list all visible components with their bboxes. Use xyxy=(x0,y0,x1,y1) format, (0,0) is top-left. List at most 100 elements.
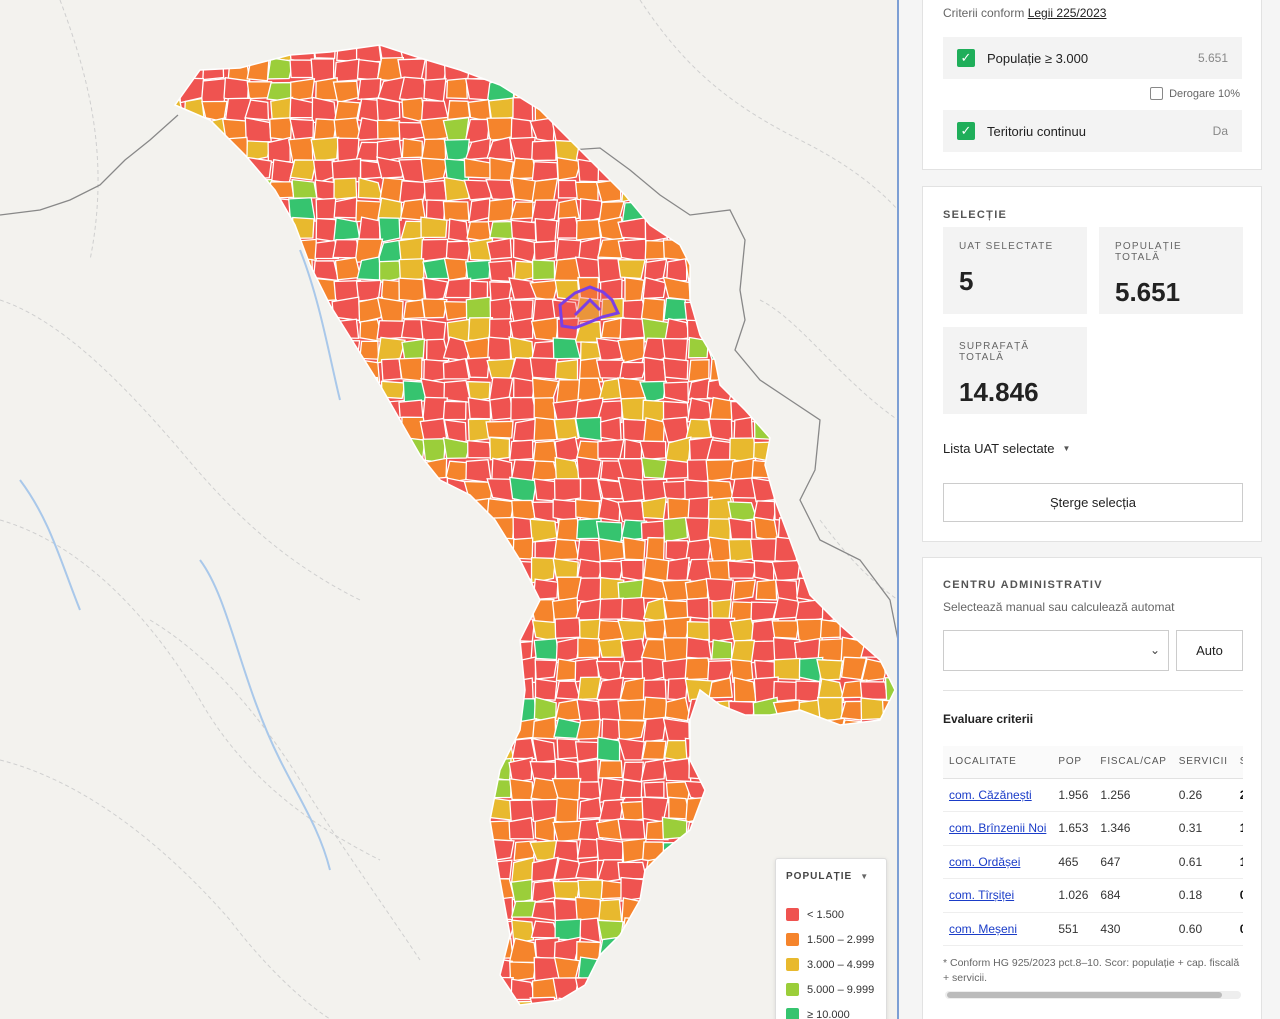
uat-polygon[interactable] xyxy=(334,256,362,281)
uat-polygon[interactable] xyxy=(620,559,644,582)
uat-polygon[interactable] xyxy=(685,418,712,439)
uat-polygon[interactable] xyxy=(178,998,207,1019)
uat-polygon[interactable] xyxy=(398,979,427,1002)
uat-polygon[interactable] xyxy=(444,277,472,299)
uat-polygon[interactable] xyxy=(221,957,251,983)
uat-polygon[interactable] xyxy=(447,938,469,962)
uat-polygon[interactable] xyxy=(334,738,357,764)
uat-polygon[interactable] xyxy=(247,220,273,243)
uat-polygon[interactable] xyxy=(294,336,315,360)
uat-polygon[interactable] xyxy=(640,897,665,919)
uat-polygon[interactable] xyxy=(335,619,359,643)
uat-polygon[interactable] xyxy=(376,296,404,323)
uat-polygon[interactable] xyxy=(772,456,801,484)
uat-polygon[interactable] xyxy=(732,579,757,601)
uat-polygon[interactable] xyxy=(752,217,779,242)
uat-polygon[interactable] xyxy=(312,976,338,1001)
uat-polygon[interactable] xyxy=(180,838,203,862)
uat-polygon[interactable] xyxy=(467,757,494,784)
uat-polygon[interactable] xyxy=(421,776,447,802)
uat-polygon[interactable] xyxy=(508,37,538,59)
cell-localitate[interactable]: com. Meșeni xyxy=(943,912,1053,946)
uat-polygon[interactable] xyxy=(158,597,182,620)
uat-polygon[interactable] xyxy=(402,456,427,483)
uat-polygon[interactable] xyxy=(881,376,898,403)
uat-polygon[interactable] xyxy=(642,696,669,720)
uat-polygon[interactable] xyxy=(398,898,428,922)
uat-polygon[interactable] xyxy=(598,898,623,923)
uat-polygon[interactable] xyxy=(752,896,777,922)
uat-polygon[interactable] xyxy=(333,759,361,779)
uat-polygon[interactable] xyxy=(180,160,207,181)
uat-polygon[interactable] xyxy=(268,316,295,340)
uat-polygon[interactable] xyxy=(486,719,513,743)
uat-polygon[interactable] xyxy=(686,397,712,423)
uat-polygon[interactable] xyxy=(420,701,448,721)
uat-polygon[interactable] xyxy=(707,318,734,339)
uat-polygon[interactable] xyxy=(733,676,757,703)
uat-polygon[interactable] xyxy=(617,961,646,982)
uat-polygon[interactable] xyxy=(224,157,252,183)
uat-polygon[interactable] xyxy=(203,38,230,64)
uat-polygon[interactable] xyxy=(421,298,448,319)
uat-polygon[interactable] xyxy=(794,238,820,264)
uat-polygon[interactable] xyxy=(443,656,471,681)
uat-polygon[interactable] xyxy=(729,756,753,781)
uat-polygon[interactable] xyxy=(404,696,424,723)
uat-polygon[interactable] xyxy=(622,761,644,783)
uat-polygon[interactable] xyxy=(685,236,710,262)
uat-polygon[interactable] xyxy=(333,217,361,242)
uat-polygon[interactable] xyxy=(661,176,691,199)
uat-polygon[interactable] xyxy=(334,517,362,544)
uat-polygon[interactable] xyxy=(244,116,272,144)
uat-polygon[interactable] xyxy=(749,779,775,800)
uat-polygon[interactable] xyxy=(267,377,295,402)
uat-polygon[interactable] xyxy=(206,737,230,761)
uat-polygon[interactable] xyxy=(772,699,802,720)
uat-polygon[interactable] xyxy=(443,558,469,582)
uat-polygon[interactable] xyxy=(600,879,624,900)
uat-polygon[interactable] xyxy=(376,598,406,623)
uat-polygon[interactable] xyxy=(822,737,843,760)
uat-polygon[interactable] xyxy=(442,116,470,142)
uat-polygon[interactable] xyxy=(662,459,690,480)
uat-polygon[interactable] xyxy=(706,796,735,821)
uat-polygon[interactable] xyxy=(246,481,273,504)
uat-polygon[interactable] xyxy=(601,978,621,1004)
uat-polygon[interactable] xyxy=(705,97,735,123)
uat-polygon[interactable] xyxy=(864,276,890,303)
uat-polygon[interactable] xyxy=(443,777,469,804)
uat-polygon[interactable] xyxy=(203,999,229,1019)
uat-polygon[interactable] xyxy=(597,59,625,84)
uat-polygon[interactable] xyxy=(289,560,315,580)
locality-link[interactable]: com. Ordășei xyxy=(949,855,1020,869)
uat-polygon[interactable] xyxy=(882,396,898,421)
uat-polygon[interactable] xyxy=(203,837,225,863)
uat-polygon[interactable] xyxy=(205,877,228,900)
uat-polygon[interactable] xyxy=(398,598,426,620)
uat-polygon[interactable] xyxy=(794,179,820,202)
uat-polygon[interactable] xyxy=(532,716,557,740)
uat-polygon[interactable] xyxy=(881,258,898,283)
uat-polygon[interactable] xyxy=(310,377,336,404)
uat-polygon[interactable] xyxy=(728,39,754,63)
uat-polygon[interactable] xyxy=(244,917,274,941)
uat-polygon[interactable] xyxy=(289,159,318,181)
uat-polygon[interactable] xyxy=(617,619,647,642)
uat-polygon[interactable] xyxy=(686,136,711,159)
uat-polygon[interactable] xyxy=(624,276,645,303)
uat-polygon[interactable] xyxy=(180,459,207,482)
uat-polygon[interactable] xyxy=(289,856,315,881)
uat-polygon[interactable] xyxy=(442,536,472,562)
uat-polygon[interactable] xyxy=(158,856,184,884)
uat-polygon[interactable] xyxy=(816,437,845,463)
uat-polygon[interactable] xyxy=(552,79,580,102)
uat-polygon[interactable] xyxy=(708,996,732,1019)
uat-polygon[interactable] xyxy=(667,677,689,701)
uat-polygon[interactable] xyxy=(843,737,866,764)
uat-polygon[interactable] xyxy=(862,296,889,324)
uat-polygon[interactable] xyxy=(707,116,736,144)
uat-polygon[interactable] xyxy=(355,759,381,782)
uat-polygon[interactable] xyxy=(466,497,491,523)
uat-polygon[interactable] xyxy=(751,758,778,783)
